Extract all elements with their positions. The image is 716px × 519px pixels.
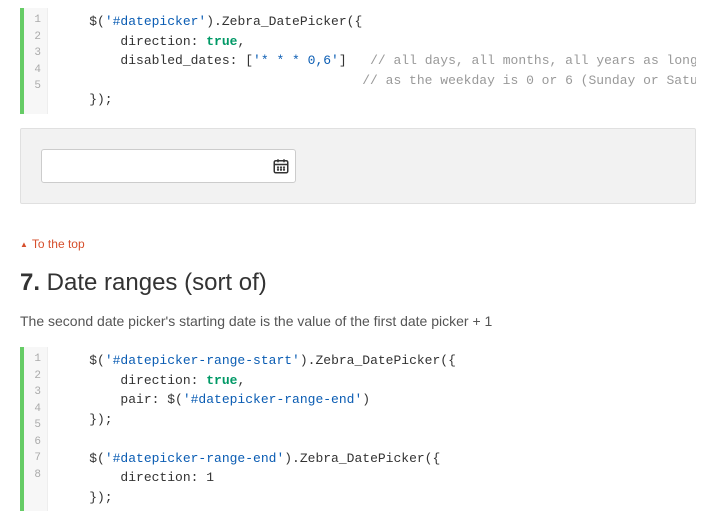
code-content: $('#datepicker-range-start').Zebra_DateP… <box>48 347 696 511</box>
triangle-up-icon: ▲ <box>20 240 28 249</box>
code-content: $('#datepicker').Zebra_DatePicker({ dire… <box>48 8 696 114</box>
calendar-icon[interactable] <box>272 157 290 175</box>
section-description: The second date picker's starting date i… <box>20 313 696 329</box>
datepicker-wrapper <box>41 149 296 183</box>
section-heading: 7. Date ranges (sort of) <box>20 269 696 297</box>
line-gutter: 12345678 <box>24 347 48 511</box>
code-block-1: 12345 $('#datepicker').Zebra_DatePicker(… <box>20 8 696 114</box>
to-top-link[interactable]: ▲To the top <box>20 237 85 251</box>
demo-box <box>20 128 696 204</box>
code-block-2: 12345678 $('#datepicker-range-start').Ze… <box>20 347 696 511</box>
line-gutter: 12345 <box>24 8 48 114</box>
datepicker-input[interactable] <box>41 149 296 183</box>
